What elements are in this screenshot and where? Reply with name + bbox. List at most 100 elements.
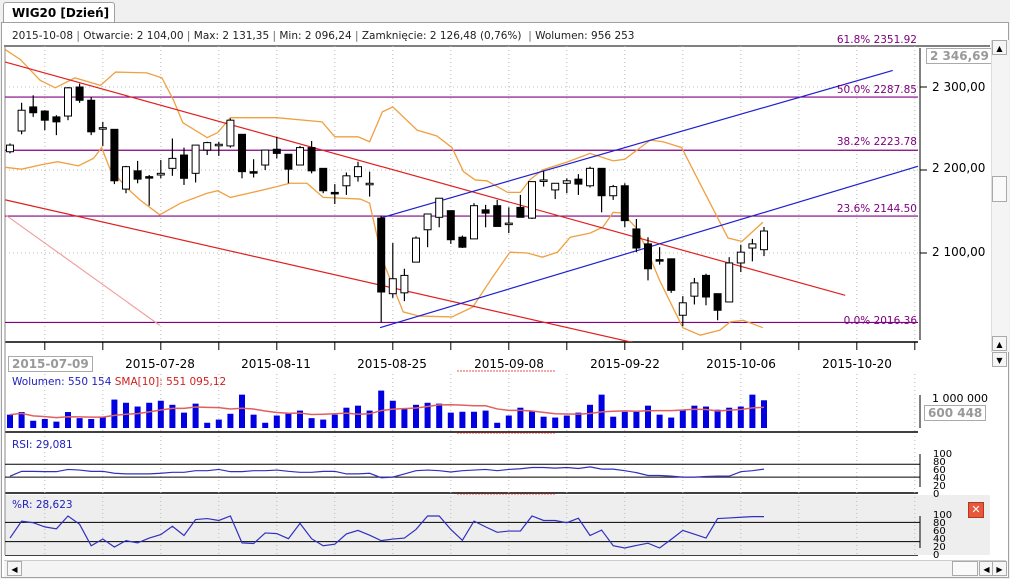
info-date: 2015-10-08 [12, 30, 74, 42]
fib-label-61: 61.8% 2351.92 [836, 34, 917, 46]
candle-up [400, 274, 409, 294]
candle-up [122, 166, 130, 190]
volume-bar [88, 419, 95, 428]
candle-down [145, 176, 154, 179]
candle-down [180, 154, 188, 179]
candle-down [52, 116, 61, 123]
candle-up [365, 182, 374, 186]
candle-up [64, 87, 72, 117]
volume-bar [204, 422, 211, 428]
volume-bar [610, 416, 617, 428]
sma-value-label: SMA[10]: 551 095,12 [114, 376, 227, 388]
candle-down [644, 243, 652, 270]
info-max: Max: 2 131,35 [193, 30, 270, 42]
date-tick-label: 2015-07-28 [125, 357, 195, 371]
volume-bar [53, 421, 60, 428]
candle-up [725, 262, 734, 303]
volume-bar [215, 419, 222, 428]
candle-down [620, 185, 629, 222]
candle-down [655, 259, 664, 262]
volume-bar [389, 400, 396, 428]
candle-down [238, 133, 246, 173]
rsi-line [9, 466, 765, 479]
volume-bar [146, 402, 153, 428]
candle-up [586, 167, 594, 187]
candle-down [330, 191, 339, 195]
volume-bar [181, 412, 187, 428]
volume-bar [343, 407, 350, 428]
red-trendline [5, 199, 634, 342]
candle-down [133, 170, 142, 180]
bollinger-upper-band [5, 49, 764, 243]
volume-bar [320, 419, 327, 428]
candle-down [597, 167, 606, 197]
volume-axis-label: 1 000 000 [932, 392, 988, 405]
volume-cursor-label: 600 448 [924, 405, 987, 421]
price-vertical-scrollbar[interactable]: ▲ ▲ [991, 40, 1009, 352]
volume-bar [540, 416, 547, 428]
date-tick-label: 2015-08-25 [357, 357, 427, 371]
scroll-left-icon[interactable]: ◀ [7, 561, 22, 576]
volume-bar [30, 420, 37, 428]
candle-down [516, 206, 525, 218]
candle-up [504, 222, 513, 226]
scroll-thumb[interactable] [992, 176, 1007, 202]
volume-bar [99, 416, 106, 428]
scroll-right-icon[interactable]: ▶ [992, 561, 1007, 576]
williams-r-panel-bg [5, 495, 990, 555]
rsi-axis-labels: 100 80 60 40 20 0 [933, 449, 953, 500]
volume-bar [761, 400, 767, 428]
candle-up [551, 182, 560, 191]
date-tick-label: 2015-08-11 [241, 357, 311, 371]
candle-down [667, 258, 676, 291]
candle-down [446, 210, 455, 241]
candle-down [29, 106, 38, 114]
volume-bar [134, 406, 141, 428]
candle-up [354, 166, 362, 178]
price-tick-label: 2 100,00 [932, 245, 986, 259]
volume-bar [575, 412, 582, 428]
candle-down [632, 228, 641, 249]
scroll-up-icon[interactable]: ▲ [992, 40, 1007, 55]
pink-trendline [5, 214, 160, 326]
candle-up [539, 179, 548, 182]
candle-down [249, 171, 258, 174]
candle-up [435, 197, 444, 218]
candle-up [6, 144, 14, 153]
price-tick-label: 2 200,00 [932, 161, 986, 175]
scroll-up-icon[interactable]: ▲ [992, 336, 1007, 351]
volume-bar [308, 418, 315, 428]
volume-legend: Wolumen: 550 154 SMA[10]: 551 095,12 [12, 376, 226, 388]
volume-bar [239, 394, 245, 428]
candle-down [493, 205, 502, 227]
volume-bar [494, 422, 501, 428]
volume-bar [633, 411, 640, 428]
candle-down [307, 147, 316, 172]
candle-up [562, 180, 571, 184]
volume-bar [262, 422, 269, 428]
rsi-label: RSI: 29,081 [12, 439, 73, 451]
horizontal-scrollbar[interactable]: ◀ ◀ ▶ [4, 560, 1007, 577]
candle-up [412, 237, 420, 263]
scroll-down-icon[interactable]: ▼ [992, 352, 1007, 367]
volume-bar [714, 409, 721, 428]
volume-bar [656, 414, 663, 428]
volume-bar [76, 418, 83, 428]
candle-down [87, 99, 96, 133]
candle-up [609, 186, 618, 197]
volume-bar [111, 399, 118, 428]
info-open: Otwarcie: 2 104,00 [83, 30, 184, 42]
candle-up [214, 143, 223, 147]
date-tick-label: 2015-10-20 [822, 357, 892, 371]
volume-bar [645, 405, 651, 428]
candle-up [736, 251, 745, 264]
candle-up [748, 243, 757, 249]
candle-down [40, 110, 49, 121]
date-tick-label: 2015-09-22 [590, 357, 660, 371]
candle-down [75, 86, 84, 101]
horizontal-scroll-thumb[interactable] [952, 561, 978, 576]
blue-trendline [379, 69, 893, 219]
volume-bar [7, 414, 13, 428]
close-panel-icon[interactable]: ✕ [968, 502, 984, 518]
candle-up [528, 181, 536, 219]
